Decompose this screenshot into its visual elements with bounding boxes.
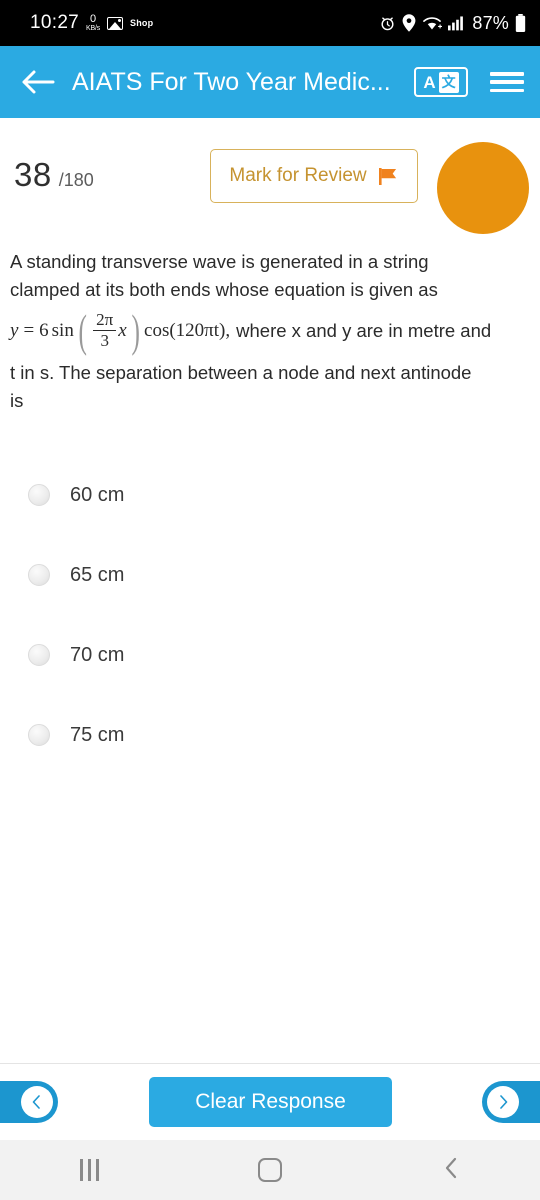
question-screen: 10:27 0 KB/s Shop 87% AIATS For Two Year… xyxy=(0,0,540,1200)
location-pin-icon xyxy=(402,14,416,32)
option-row[interactable]: 70 cm xyxy=(0,615,540,695)
clear-response-button[interactable]: Clear Response xyxy=(149,1077,392,1127)
equation-comma: , xyxy=(225,319,231,341)
translate-icon[interactable]: A 文 xyxy=(414,67,468,97)
question-equation-row: y = 6 sin ( 2π 3 x ) cos(120πt) , where … xyxy=(10,304,530,356)
equation-variable-x: x xyxy=(118,319,127,341)
fraction-numerator: 2π xyxy=(96,310,114,329)
mark-for-review-label: Mark for Review xyxy=(229,165,367,186)
recents-icon[interactable] xyxy=(79,1159,99,1181)
equation-sin: sin xyxy=(51,319,74,341)
translate-icon-cjk: 文 xyxy=(438,71,459,93)
hamburger-line xyxy=(490,80,524,84)
option-label: 75 cm xyxy=(70,723,125,746)
previous-question-button[interactable] xyxy=(0,1081,58,1123)
next-question-button[interactable] xyxy=(482,1081,540,1123)
fraction-denominator: 3 xyxy=(100,331,109,351)
status-time: 10:27 xyxy=(30,12,80,33)
options-list: 60 cm 65 cm 70 cm 75 cm xyxy=(0,455,540,775)
radio-button[interactable] xyxy=(28,484,50,506)
back-arrow-icon[interactable] xyxy=(14,58,62,106)
question-line-5: is xyxy=(10,390,24,412)
hamburger-line xyxy=(490,88,524,92)
home-icon[interactable] xyxy=(258,1158,283,1182)
status-bar: 10:27 0 KB/s Shop 87% xyxy=(0,0,540,46)
flag-icon xyxy=(378,168,396,185)
question-line-3-tail: where x and y are in metre and xyxy=(236,319,492,341)
radio-button[interactable] xyxy=(28,644,50,666)
equation-amplitude: 6 xyxy=(39,319,49,341)
equation-formula: y = 6 sin ( 2π 3 x ) cos(120πt) , xyxy=(10,304,231,356)
option-label: 65 cm xyxy=(70,563,125,586)
app-bar: AIATS For Two Year Medic... A 文 xyxy=(0,46,540,118)
page-title: AIATS For Two Year Medic... xyxy=(72,67,391,96)
back-chevron-icon[interactable] xyxy=(442,1156,460,1185)
equation-lhs: y xyxy=(10,319,19,341)
chevron-left-icon xyxy=(21,1086,53,1118)
status-bar-right: 87% xyxy=(379,13,526,34)
action-bar: Clear Response xyxy=(0,1064,540,1140)
hamburger-menu-icon[interactable] xyxy=(490,69,524,95)
equation-fraction: 2π 3 xyxy=(93,310,117,351)
shop-label: Shop xyxy=(130,18,154,28)
wifi-icon xyxy=(423,17,443,30)
translate-icon-letter: A xyxy=(423,72,436,92)
question-line-1: A standing transverse wave is generated … xyxy=(10,251,429,272)
image-icon xyxy=(107,16,124,30)
option-label: 70 cm xyxy=(70,643,125,666)
equation-equals: = xyxy=(23,319,35,341)
radio-button[interactable] xyxy=(28,564,50,586)
recents-bar xyxy=(79,1159,83,1181)
battery-icon xyxy=(515,14,526,32)
question-number: 38 xyxy=(14,156,52,193)
data-rate-value: 0 xyxy=(89,13,97,25)
alarm-icon xyxy=(381,16,394,30)
hamburger-line xyxy=(490,72,524,76)
option-row[interactable]: 65 cm xyxy=(0,535,540,615)
radio-button[interactable] xyxy=(28,724,50,746)
signal-bars-icon xyxy=(448,16,464,31)
battery-percent: 87% xyxy=(472,12,509,33)
data-rate-indicator: 0 KB/s xyxy=(86,13,101,33)
option-row[interactable]: 75 cm xyxy=(0,695,540,775)
android-navigation-bar xyxy=(0,1140,540,1200)
avatar[interactable] xyxy=(437,142,529,234)
option-label: 60 cm xyxy=(70,483,125,506)
question-body: A standing transverse wave is generated … xyxy=(0,248,540,415)
status-bar-left: 10:27 0 KB/s Shop xyxy=(30,12,153,34)
question-line-2: clamped at its both ends whose equation … xyxy=(10,279,438,300)
recents-bar xyxy=(95,1159,99,1181)
recents-bar xyxy=(87,1159,91,1181)
question-total: /180 xyxy=(58,170,94,190)
question-counter: 38 /180 xyxy=(14,156,94,194)
data-rate-unit: KB/s xyxy=(86,25,101,32)
option-row[interactable]: 60 cm xyxy=(0,455,540,535)
question-line-4: t in s. The separation between a node an… xyxy=(10,362,472,384)
equation-cos-part: cos(120πt) xyxy=(144,319,226,341)
mark-for-review-button[interactable]: Mark for Review xyxy=(210,149,418,203)
chevron-right-icon xyxy=(487,1086,519,1118)
question-header: 38 /180 Mark for Review xyxy=(0,118,540,236)
